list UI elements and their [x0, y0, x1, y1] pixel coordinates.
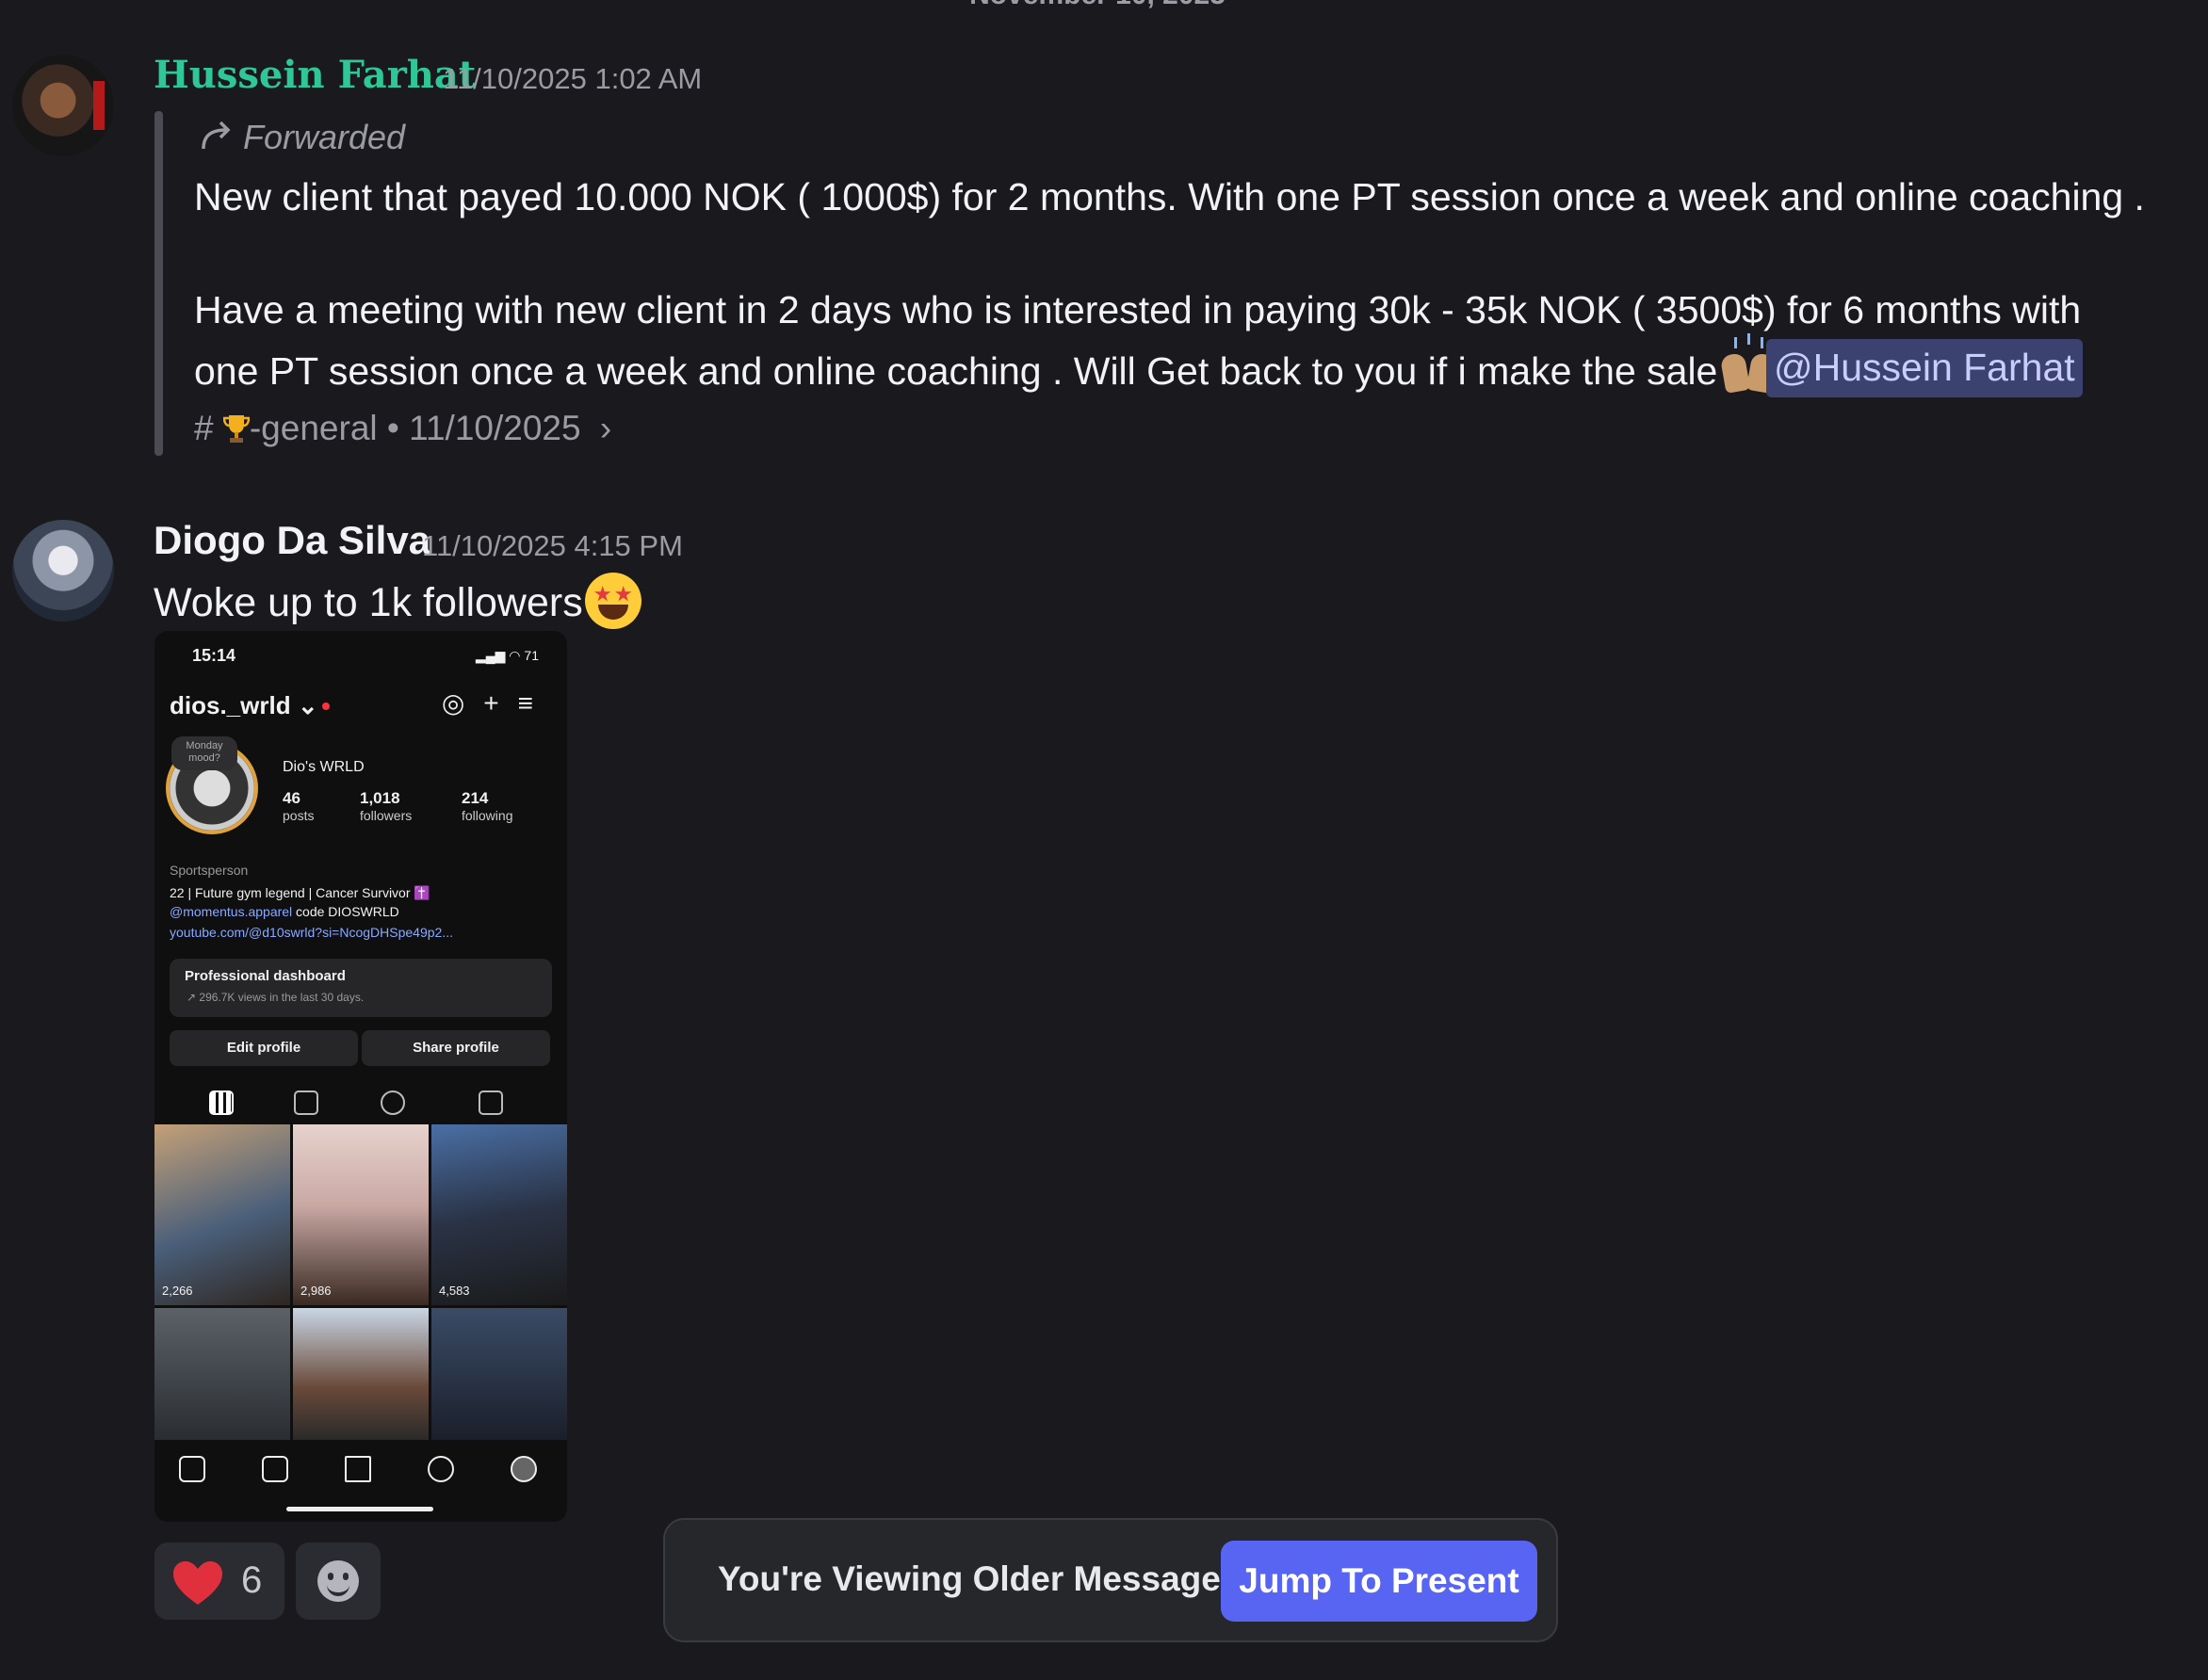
heart-icon: [173, 1561, 222, 1605]
message-text: Have a meeting with new client in 2 days…: [194, 288, 2082, 331]
post-thumbnail: [293, 1308, 429, 1440]
repost-icon: [381, 1090, 405, 1115]
profile-link: youtube.com/@d10swrld?si=NcogDHSpe49p2..…: [170, 925, 453, 940]
profile-bio: 22 | Future gym legend | Cancer Survivor…: [170, 885, 430, 919]
stat-followers: 1,018 followers: [360, 789, 413, 823]
profile-tabs: [154, 1081, 567, 1128]
reaction-heart[interactable]: 6: [154, 1543, 284, 1620]
edit-profile-button: Edit profile: [170, 1030, 358, 1066]
grid-icon: [209, 1090, 234, 1115]
trophy-icon: [222, 415, 250, 443]
avatar[interactable]: [12, 55, 114, 156]
phone-signal-icon: ▂▄▆ ◠ 71: [475, 648, 539, 663]
reels-nav-icon: [262, 1456, 288, 1482]
message-author[interactable]: Diogo Da Silva: [154, 518, 430, 563]
post-thumbnail: 2,986: [293, 1124, 429, 1305]
post-thumbnail: 2,266: [154, 1124, 290, 1305]
send-icon: [345, 1456, 371, 1482]
share-profile-button: Share profile: [362, 1030, 550, 1066]
add-reaction-button[interactable]: [296, 1543, 381, 1620]
chat-area: November 10, 2025 Hussein Farhat 11/10/2…: [0, 0, 2208, 1680]
reels-icon: [294, 1090, 318, 1115]
forwarded-label: Forwarded: [198, 117, 405, 157]
channel-name: -general: [249, 409, 378, 447]
phone-status-time: 15:14: [192, 646, 236, 665]
search-icon: [428, 1456, 454, 1482]
forwarded-text: Forwarded: [243, 118, 406, 156]
profile-display-name: Dio's WRLD: [283, 759, 365, 775]
profile-note: Monday mood?: [171, 736, 237, 770]
message-author[interactable]: Hussein Farhat: [154, 53, 476, 97]
older-messages-bar: You're Viewing Older Messages Jump To Pr…: [663, 1518, 1558, 1642]
reaction-count: 6: [241, 1559, 263, 1601]
message-text-line: Woke up to 1k followers: [154, 580, 583, 625]
smile-icon: [317, 1560, 359, 1602]
stat-following: 214 following: [462, 789, 513, 823]
image-attachment[interactable]: 15:14 ▂▄▆ ◠ 71 dios._wrld ⌄ ◎+≡ Monday m…: [154, 631, 567, 1522]
star-struck-emoji-icon: [584, 573, 641, 629]
post-thumbnail: [431, 1308, 567, 1440]
message-timestamp: 11/10/2025 4:15 PM: [422, 529, 683, 562]
older-messages-text: You're Viewing Older Messages: [718, 1559, 1241, 1598]
chevron-right-icon: ›: [599, 409, 612, 447]
home-indicator: [286, 1507, 433, 1511]
home-icon: [179, 1456, 205, 1482]
jump-to-present-button[interactable]: Jump To Present: [1221, 1541, 1537, 1622]
date-divider: November 10, 2025: [0, 0, 2195, 11]
forward-source-link[interactable]: # -general • 11/10/2025 ›: [194, 409, 611, 448]
profile-category: Sportsperson: [170, 863, 249, 878]
post-thumbnail: 4,583: [431, 1124, 567, 1305]
forward-date: • 11/10/2025: [386, 409, 581, 447]
message-text: Woke up to 1k followers: [154, 573, 641, 629]
message-timestamp: 11/10/2025 1:02 AM: [443, 62, 703, 95]
stat-posts: 46 posts: [283, 789, 315, 823]
profile-username: dios._wrld ⌄: [170, 691, 330, 720]
forward-quote-bar: [154, 111, 163, 456]
message-text: New client that payed 10.000 NOK ( 1000$…: [194, 175, 2145, 218]
message-text-line: one PT session once a week and online co…: [194, 349, 1718, 393]
forward-arrow-icon: [202, 121, 231, 150]
tagged-icon: [479, 1090, 503, 1115]
avatar[interactable]: [12, 520, 114, 622]
profile-nav-icon: [511, 1456, 537, 1482]
channel-hash: #: [194, 409, 223, 447]
message-text: one PT session once a week and online co…: [194, 333, 1778, 394]
profile-header-icons: ◎+≡: [441, 688, 552, 718]
user-mention[interactable]: @Hussein Farhat: [1766, 339, 2083, 397]
professional-dashboard: Professional dashboard ↗ 296.7K views in…: [170, 959, 552, 1017]
post-thumbnail: [154, 1308, 290, 1440]
